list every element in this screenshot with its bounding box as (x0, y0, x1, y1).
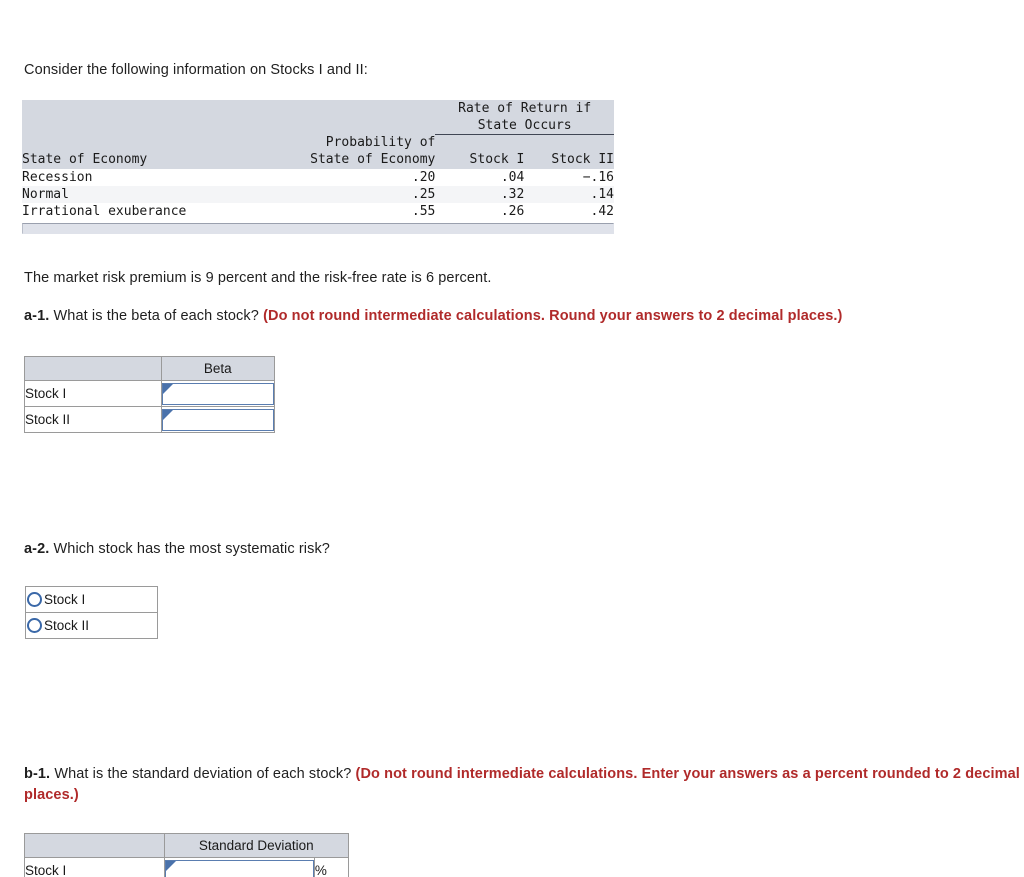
group-header-blank-left (22, 100, 279, 135)
cell-probability: .20 (411, 169, 436, 185)
table-row: Irrational exuberance .55 .26 .42 (22, 203, 614, 220)
cell-state: Normal (22, 186, 69, 202)
sd-header-label: Standard Deviation (163, 833, 350, 858)
cell-stock-i: .32 (500, 186, 525, 202)
sd-table-header-row: Standard Deviation (24, 833, 350, 858)
list-item[interactable]: Stock II (25, 612, 158, 639)
radio-icon-stock-i[interactable] (27, 592, 42, 607)
intro-text: Consider the following information on St… (24, 62, 368, 78)
table-row: Stock I (24, 380, 276, 407)
question-a1-text: What is the beta of each stock? (49, 308, 264, 324)
beta-row-label-stock-ii: Stock II (24, 406, 162, 433)
prob-header-line-1: Probability of (325, 134, 436, 150)
beta-answer-table: Beta Stock I Stock II (24, 356, 276, 433)
data-table-footer-bar (22, 223, 614, 235)
beta-header-label: Beta (160, 356, 276, 381)
column-header-state-of-economy: State of Economy (22, 151, 148, 167)
question-a1-label: a-1. (24, 308, 50, 324)
cell-probability: .25 (411, 186, 436, 202)
sd-row-label-stock-i: Stock I (24, 857, 165, 877)
choice-label-stock-i: Stock I (44, 592, 86, 607)
cell-state: Recession (22, 169, 93, 185)
beta-input-cell-stock-i[interactable] (160, 380, 276, 407)
table-row: Recession .20 .04 −.16 (22, 169, 614, 186)
column-header-stock-i: Stock I (469, 151, 525, 167)
question-a1-note: (Do not round intermediate calculations.… (263, 308, 843, 324)
premise-text: The market risk premium is 9 percent and… (24, 270, 492, 286)
choice-cell-stock-ii[interactable]: Stock II (25, 612, 158, 639)
table-row: Stock I % (24, 857, 350, 877)
beta-input-cell-stock-ii[interactable] (160, 406, 276, 433)
prob-header-line-2: State of Economy (310, 151, 436, 167)
sd-input-cell-stock-i[interactable] (163, 857, 315, 877)
beta-header-blank (24, 356, 162, 381)
systematic-risk-choice-table[interactable]: Stock I Stock II (25, 586, 158, 639)
column-header-probability: Probability of State of Economy (279, 135, 435, 169)
beta-input-stock-ii[interactable] (161, 408, 274, 431)
sd-percent-symbol-stock-i: % (313, 857, 350, 877)
table-row: Stock II (24, 406, 276, 433)
data-table-group-header-row: Rate of Return if State Occurs (22, 100, 614, 136)
cell-stock-ii: .42 (590, 204, 614, 220)
question-b1-text: What is the standard deviation of each s… (50, 766, 356, 782)
sd-input-stock-i[interactable] (164, 859, 314, 877)
cell-stock-ii: −.16 (582, 169, 614, 185)
standard-deviation-answer-table: Standard Deviation Stock I % (24, 833, 350, 877)
beta-input-stock-i[interactable] (161, 382, 274, 405)
choice-cell-stock-i[interactable]: Stock I (25, 586, 158, 613)
cell-stock-i: .26 (500, 204, 525, 220)
cell-stock-ii: .14 (590, 186, 614, 202)
table-row: Normal .25 .32 .14 (22, 185, 614, 204)
group-header-line-1: Rate of Return if (458, 101, 592, 116)
beta-row-label-stock-i: Stock I (24, 380, 162, 407)
choice-label-stock-ii: Stock II (44, 618, 90, 633)
data-table-column-header-row: State of Economy Probability of State of … (22, 134, 614, 169)
list-item[interactable]: Stock I (25, 586, 158, 613)
cell-probability: .55 (411, 204, 436, 220)
worksheet-page: Consider the following information on St… (0, 0, 1024, 877)
question-a2-text: Which stock has the most systematic risk… (49, 541, 330, 557)
beta-table-header-row: Beta (24, 356, 276, 381)
question-a2: a-2. Which stock has the most systematic… (24, 539, 924, 560)
stock-information-table: Rate of Return if State Occurs State of E… (22, 100, 614, 235)
radio-icon-stock-ii[interactable] (27, 618, 42, 633)
group-header-line-2: State Occurs (477, 118, 572, 134)
column-header-stock-ii: Stock II (551, 151, 614, 167)
cell-stock-i: .04 (500, 169, 525, 185)
question-b1-label: b-1. (24, 766, 51, 782)
question-a2-label: a-2. (24, 541, 50, 557)
question-b1: b-1. What is the standard deviation of e… (24, 764, 1022, 806)
data-table: Rate of Return if State Occurs State of E… (22, 100, 614, 220)
group-header-rate-of-return: Rate of Return if State Occurs (435, 100, 614, 136)
question-a1: a-1. What is the beta of each stock? (Do… (24, 306, 1014, 327)
cell-state: Irrational exuberance (22, 204, 187, 220)
group-header-blank-prob (279, 100, 435, 135)
sd-header-blank (24, 833, 165, 858)
